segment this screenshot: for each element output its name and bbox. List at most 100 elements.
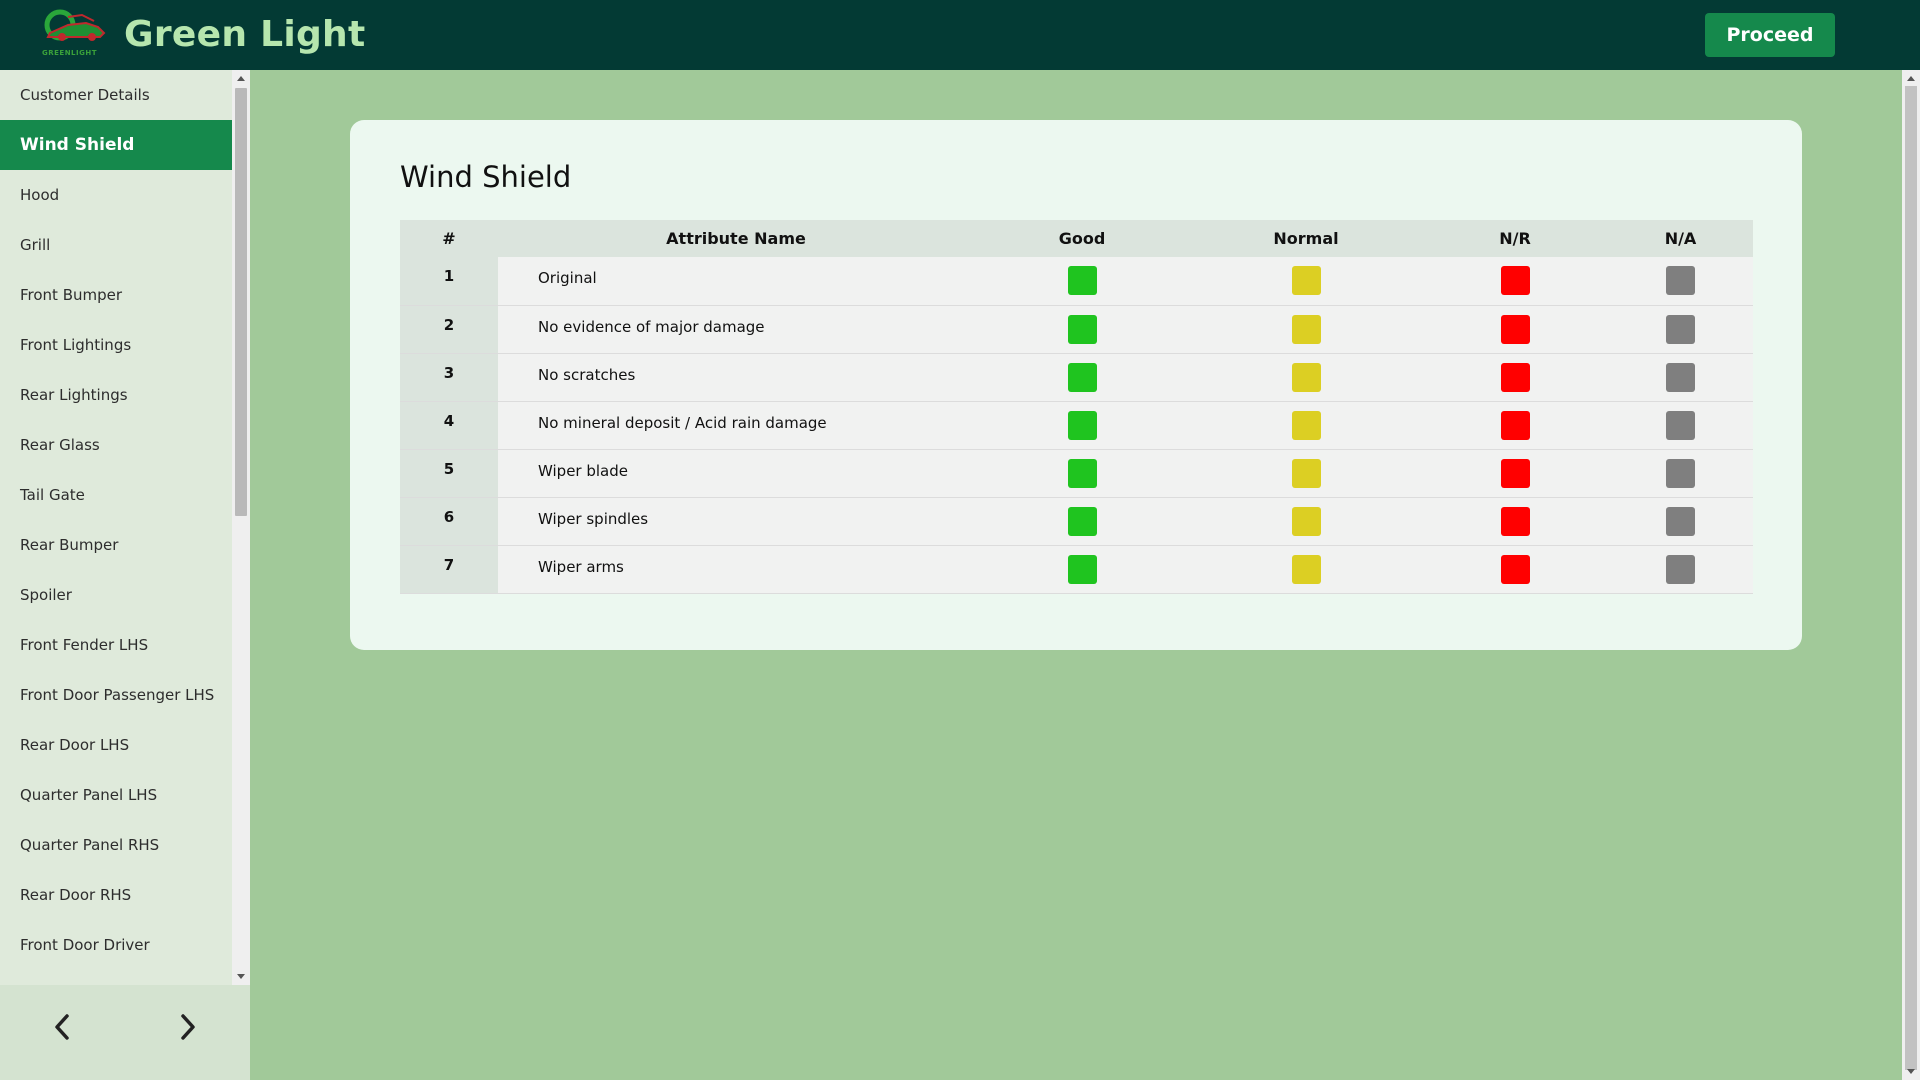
table-row: 5 Wiper blade (400, 449, 1753, 498)
na-option-button[interactable] (1666, 410, 1695, 440)
sidebar-item-spoiler[interactable]: Spoiler (0, 570, 232, 620)
nr-option-cell (1422, 401, 1608, 450)
good-option-cell (974, 257, 1190, 306)
attribute-name: No scratches (498, 353, 974, 402)
good-option-button[interactable] (1067, 410, 1097, 440)
sidebar-item-front-bumper[interactable]: Front Bumper (0, 270, 232, 320)
nr-option-button[interactable] (1500, 554, 1530, 584)
good-option-cell (974, 545, 1190, 594)
scroll-down-icon[interactable] (1907, 1069, 1915, 1074)
good-option-button[interactable] (1067, 506, 1097, 536)
attribute-name: Original (498, 257, 974, 306)
sidebar-item-rear-door-rhs[interactable]: Rear Door RHS (0, 870, 232, 920)
sidebar-item-customer-details[interactable]: Customer Details (0, 70, 232, 120)
na-option-button[interactable] (1666, 554, 1695, 584)
next-section-button[interactable] (168, 1007, 208, 1047)
normal-option-cell (1190, 497, 1422, 546)
header-attribute-name: Attribute Name (498, 220, 974, 257)
na-option-button[interactable] (1666, 506, 1695, 536)
good-option-button[interactable] (1067, 362, 1097, 392)
sidebar-scrollbar[interactable] (232, 70, 250, 985)
sidebar-item-rear-lightings[interactable]: Rear Lightings (0, 370, 232, 420)
nr-option-button[interactable] (1500, 362, 1530, 392)
nr-option-button[interactable] (1500, 314, 1530, 344)
row-number: 2 (400, 305, 498, 354)
nr-option-button[interactable] (1500, 266, 1530, 296)
header-nr: N/R (1422, 220, 1608, 257)
normal-option-cell (1190, 305, 1422, 354)
proceed-button[interactable]: Proceed (1705, 13, 1835, 57)
sidebar-item-hood[interactable]: Hood (0, 170, 232, 220)
nr-option-button[interactable] (1500, 458, 1530, 488)
row-number: 6 (400, 497, 498, 546)
scroll-down-icon[interactable] (237, 974, 245, 979)
previous-section-button[interactable] (42, 1007, 82, 1047)
na-option-button[interactable] (1666, 362, 1695, 392)
normal-option-button[interactable] (1291, 506, 1321, 536)
na-option-cell (1608, 449, 1753, 498)
normal-option-cell (1190, 401, 1422, 450)
sidebar-item-quarter-panel-rhs[interactable]: Quarter Panel RHS (0, 820, 232, 870)
na-option-cell (1608, 257, 1753, 306)
table-row: 1 Original (400, 257, 1753, 306)
sidebar-item-wind-shield[interactable]: Wind Shield (0, 120, 232, 170)
good-option-button[interactable] (1067, 458, 1097, 488)
attribute-name: Wiper spindles (498, 497, 974, 546)
section-title: Wind Shield (400, 160, 572, 194)
nr-option-button[interactable] (1500, 410, 1530, 440)
row-number: 3 (400, 353, 498, 402)
normal-option-cell (1190, 545, 1422, 594)
normal-option-button[interactable] (1291, 410, 1321, 440)
normal-option-button[interactable] (1291, 458, 1321, 488)
scroll-up-icon[interactable] (237, 76, 245, 81)
normal-option-button[interactable] (1291, 362, 1321, 392)
na-option-button[interactable] (1666, 458, 1695, 488)
table-row: 4 No mineral deposit / Acid rain damage (400, 401, 1753, 450)
header-normal: Normal (1190, 220, 1422, 257)
good-option-cell (974, 497, 1190, 546)
good-option-button[interactable] (1067, 314, 1097, 344)
scroll-up-icon[interactable] (1907, 76, 1915, 81)
sidebar-item-rear-bumper[interactable]: Rear Bumper (0, 520, 232, 570)
sidebar-item-front-fender-lhs[interactable]: Front Fender LHS (0, 620, 232, 670)
sidebar-item-quarter-panel-lhs[interactable]: Quarter Panel LHS (0, 770, 232, 820)
scrollbar-thumb[interactable] (235, 88, 247, 516)
sidebar-item-rear-door-lhs[interactable]: Rear Door LHS (0, 720, 232, 770)
main-scrollbar[interactable] (1902, 70, 1920, 1080)
sidebar-item-front-lightings[interactable]: Front Lightings (0, 320, 232, 370)
good-option-cell (974, 401, 1190, 450)
inspection-card: Wind Shield # Attribute Name Good Normal… (350, 120, 1802, 650)
nr-option-button[interactable] (1500, 506, 1530, 536)
sidebar-item-front-door-driver[interactable]: Front Door Driver (0, 920, 232, 970)
brand[interactable]: GREENLIGHT Green Light (38, 5, 365, 63)
na-option-cell (1608, 545, 1753, 594)
normal-option-cell (1190, 353, 1422, 402)
header-number: # (400, 220, 498, 257)
sidebar-item-front-door-passenger-lhs[interactable]: Front Door Passenger LHS (0, 670, 232, 720)
row-number: 5 (400, 449, 498, 498)
na-option-button[interactable] (1666, 266, 1695, 296)
table-row: 7 Wiper arms (400, 545, 1753, 594)
sidebar-item-grill[interactable]: Grill (0, 220, 232, 270)
good-option-button[interactable] (1067, 266, 1097, 296)
nr-option-cell (1422, 353, 1608, 402)
normal-option-button[interactable] (1291, 554, 1321, 584)
normal-option-button[interactable] (1291, 314, 1321, 344)
sidebar-list[interactable]: Customer Details Wind Shield Hood Grill Fron… (0, 70, 232, 985)
table-header-row: # Attribute Name Good Normal N/R N/A (400, 220, 1753, 257)
app-title: Green Light (124, 13, 366, 55)
normal-option-button[interactable] (1291, 266, 1321, 296)
nr-option-cell (1422, 497, 1608, 546)
scrollbar-thumb[interactable] (1905, 86, 1917, 1070)
good-option-button[interactable] (1067, 554, 1097, 584)
na-option-button[interactable] (1666, 314, 1695, 344)
attribute-name: Wiper blade (498, 449, 974, 498)
row-number: 1 (400, 257, 498, 306)
row-number: 7 (400, 545, 498, 594)
sidebar-item-rear-glass[interactable]: Rear Glass (0, 420, 232, 470)
table-body: 1 Original 2 No evidence of major damage 3 No… (400, 257, 1753, 594)
sidebar: Customer Details Wind Shield Hood Grill Fron… (0, 70, 250, 1080)
sidebar-item-tail-gate[interactable]: Tail Gate (0, 470, 232, 520)
nr-option-cell (1422, 305, 1608, 354)
chevron-right-icon (181, 1014, 195, 1040)
